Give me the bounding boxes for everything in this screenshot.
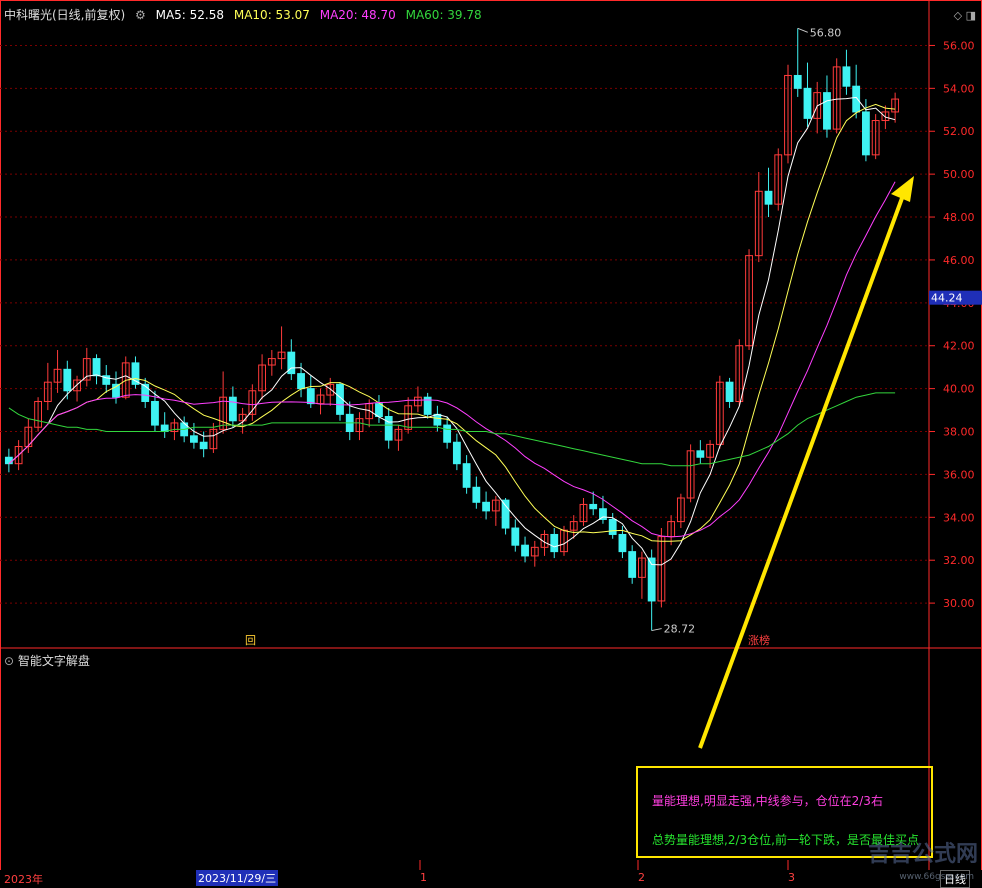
candle-body	[501, 499, 510, 529]
candle-body	[628, 551, 637, 578]
candle-body	[141, 383, 150, 402]
candle-body	[482, 501, 490, 512]
candle-body	[842, 66, 851, 87]
candle-body	[862, 111, 870, 156]
candle-body	[92, 358, 101, 377]
candle-body	[608, 518, 617, 535]
chart-header: 中科曙光(日线,前复权) ⚙ MA5: 52.58 MA10: 53.07 MA…	[4, 6, 488, 23]
candle-body	[725, 381, 734, 402]
candle-body	[803, 87, 812, 119]
candle-body	[199, 441, 208, 450]
annotation-leader	[651, 628, 662, 632]
y-tick-label: 42.00	[943, 340, 975, 353]
y-tick-label: 48.00	[943, 211, 975, 224]
limit-up-marker: 涨榜	[748, 633, 770, 647]
analysis-line-1: 量能理想,明显走强,中线参与，仓位在2/3右	[652, 794, 883, 808]
candle-body	[511, 527, 520, 546]
candle-body	[297, 373, 305, 390]
candle-body	[852, 85, 861, 113]
candle-body	[452, 441, 461, 465]
candle-body	[384, 416, 393, 441]
ma5-label: MA5: 52.58	[155, 8, 225, 22]
box-marker: 回	[245, 634, 256, 647]
candle-body	[306, 388, 315, 405]
kline-chart: 30.0032.0034.0036.0038.0040.0042.0044.00…	[0, 0, 982, 871]
y-tick-label: 30.00	[943, 597, 975, 610]
annotation-high: 56.80	[810, 26, 842, 39]
subpanel-title[interactable]: 智能文字解盘	[18, 654, 90, 668]
ma60-label: MA60: 39.78	[405, 8, 482, 22]
ma20-label: MA20: 48.70	[319, 8, 396, 22]
candle-body	[472, 486, 481, 503]
ma10-line	[8, 103, 896, 542]
candle-body	[375, 403, 383, 418]
watermark-logo: 吉吉公式网	[867, 842, 978, 867]
month-2-label: 2	[638, 871, 645, 884]
candle-body	[190, 435, 198, 443]
arrow-head	[891, 176, 914, 202]
candle-body	[618, 533, 627, 553]
year-label: 2023年	[4, 873, 43, 886]
candle-body	[696, 450, 705, 458]
candle-body	[823, 92, 831, 130]
y-tick-label: 50.00	[943, 168, 975, 181]
panel-controls: ◇ ◨	[954, 9, 976, 22]
candle-body	[151, 400, 159, 426]
candle-body	[63, 368, 72, 392]
subpanel-header: ⊙ 智能文字解盘	[4, 652, 90, 669]
restore-icon[interactable]: ◨	[966, 9, 976, 22]
candle-body	[589, 503, 598, 510]
current-price-label: 44.24	[931, 292, 963, 305]
arrow-shaft	[698, 189, 907, 749]
watermark-url: www.66gsw.com	[899, 872, 974, 882]
y-tick-label: 32.00	[943, 554, 975, 567]
month-1-label: 1	[420, 871, 427, 884]
candle-body	[793, 74, 802, 89]
candle-body	[550, 533, 559, 553]
candle-body	[764, 190, 773, 205]
y-tick-label: 54.00	[943, 82, 975, 95]
stock-title[interactable]: 中科曙光(日线,前复权)	[4, 8, 125, 22]
settings-icon[interactable]: ⚙	[135, 8, 146, 22]
y-tick-label: 40.00	[943, 383, 975, 396]
y-tick-label: 36.00	[943, 468, 975, 481]
candle-body	[433, 413, 442, 426]
y-tick-label: 46.00	[943, 254, 975, 267]
ma60-line	[8, 392, 896, 467]
y-tick-label: 56.00	[943, 39, 975, 52]
candle-body	[443, 424, 452, 443]
candle-body	[521, 544, 529, 557]
y-tick-label: 38.00	[943, 426, 975, 439]
chart-stage: 30.0032.0034.0036.0038.0040.0042.0044.00…	[0, 0, 982, 884]
collapse-icon[interactable]: ⊙	[4, 654, 14, 668]
y-tick-label: 52.00	[943, 125, 975, 138]
month-3-label: 3	[788, 871, 795, 884]
candle-body	[599, 508, 607, 520]
annotation-leader	[797, 27, 808, 33]
candle-body	[4, 456, 13, 465]
ma5-line	[8, 96, 896, 566]
candle-body	[228, 396, 237, 422]
annotation-low: 28.72	[664, 623, 696, 636]
time-axis: 2023年 2023/11/29/三 1 2 3 日线	[0, 870, 982, 888]
candle-body	[462, 463, 471, 488]
y-tick-label: 34.00	[943, 511, 975, 524]
ma10-label: MA10: 53.07	[233, 8, 310, 22]
diamond-icon[interactable]: ◇	[954, 9, 962, 22]
